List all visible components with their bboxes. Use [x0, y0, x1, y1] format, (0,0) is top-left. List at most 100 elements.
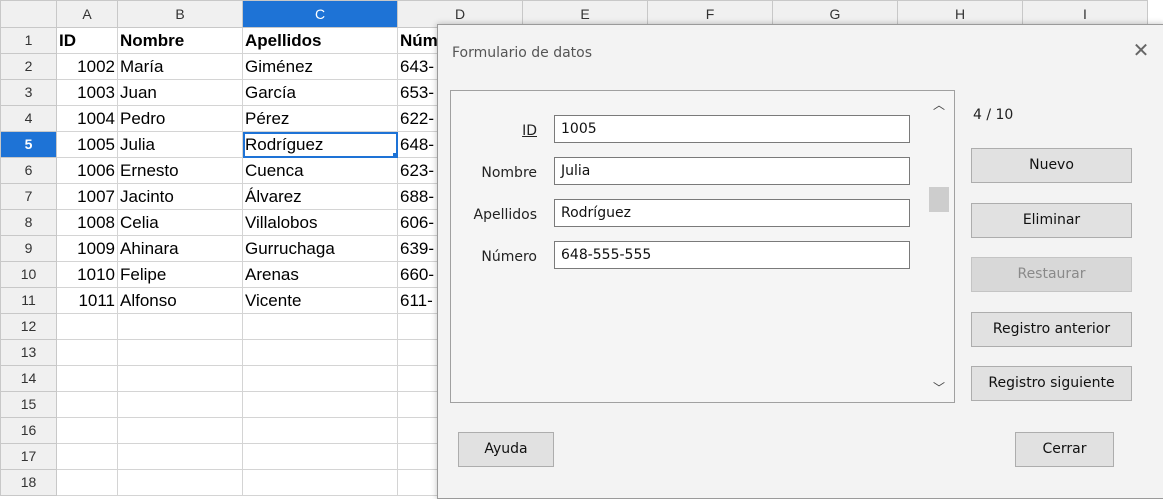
record-scrollbar[interactable]: ︿ ﹀ — [925, 91, 953, 402]
row-header[interactable]: 4 — [0, 105, 57, 132]
field-label-id: ID — [522, 123, 537, 139]
cell-id[interactable]: 1007 — [56, 183, 118, 210]
cell-id[interactable] — [56, 469, 118, 496]
id-field[interactable]: 1005 — [554, 115, 910, 143]
cell-apellidos[interactable]: García — [242, 79, 398, 106]
row-header[interactable]: 18 — [0, 469, 57, 496]
column-header-a[interactable]: A — [56, 0, 118, 28]
cell-id[interactable] — [56, 313, 118, 340]
scrollbar-thumb[interactable] — [929, 187, 949, 212]
cell-id[interactable]: 1009 — [56, 235, 118, 262]
cell-id[interactable] — [56, 339, 118, 366]
cell-apellidos[interactable] — [242, 339, 398, 366]
cell-nombre[interactable]: María — [117, 53, 243, 80]
row-header[interactable]: 17 — [0, 443, 57, 470]
cell-nombre[interactable] — [117, 391, 243, 418]
row-header[interactable]: 16 — [0, 417, 57, 444]
cell-id[interactable]: 1005 — [56, 131, 118, 158]
fields-panel: ID 1005 Nombre Julia Apellidos Rodríguez… — [450, 90, 955, 403]
nombre-field[interactable]: Julia — [554, 157, 910, 185]
help-button[interactable]: Ayuda — [458, 432, 554, 467]
cell-id[interactable]: 1006 — [56, 157, 118, 184]
cell-nombre[interactable]: Felipe — [117, 261, 243, 288]
field-label-numero: Número — [481, 249, 537, 265]
cell-nombre[interactable]: Juan — [117, 79, 243, 106]
cell-id[interactable] — [56, 417, 118, 444]
cell-apellidos[interactable] — [242, 313, 398, 340]
cell-id[interactable]: 1011 — [56, 287, 118, 314]
cell-nombre[interactable]: Julia — [117, 131, 243, 158]
row-header[interactable]: 9 — [0, 235, 57, 262]
row-header[interactable]: 1 — [0, 27, 57, 54]
cell-id[interactable] — [56, 443, 118, 470]
field-label-apellidos: Apellidos — [473, 207, 538, 223]
cell-nombre[interactable]: Ahinara — [117, 235, 243, 262]
cell-nombre[interactable]: Nombre — [117, 27, 243, 54]
cell-apellidos[interactable]: Cuenca — [242, 157, 398, 184]
cell-nombre[interactable]: Ernesto — [117, 157, 243, 184]
cell-id[interactable]: 1003 — [56, 79, 118, 106]
cell-apellidos[interactable]: Gurruchaga — [242, 235, 398, 262]
cell-id[interactable]: 1004 — [56, 105, 118, 132]
cell-apellidos[interactable] — [242, 443, 398, 470]
next-record-button[interactable]: Registro siguiente — [971, 366, 1132, 401]
cell-apellidos[interactable]: Arenas — [242, 261, 398, 288]
new-button[interactable]: Nuevo — [971, 148, 1132, 183]
cell-apellidos[interactable] — [242, 469, 398, 496]
row-header[interactable]: 15 — [0, 391, 57, 418]
cell-apellidos[interactable]: Pérez — [242, 105, 398, 132]
cell-apellidos[interactable] — [242, 365, 398, 392]
cell-apellidos[interactable]: Rodríguez — [242, 131, 398, 158]
cell-nombre[interactable] — [117, 469, 243, 496]
row-header[interactable]: 8 — [0, 209, 57, 236]
cell-id[interactable]: 1002 — [56, 53, 118, 80]
cell-apellidos[interactable] — [242, 391, 398, 418]
dialog-title: Formulario de datos — [452, 45, 593, 61]
cell-id[interactable]: ID — [56, 27, 118, 54]
data-form-dialog: Formulario de datos ✕ ID 1005 Nombre Jul… — [437, 24, 1163, 499]
cell-id[interactable]: 1008 — [56, 209, 118, 236]
cell-nombre[interactable]: Jacinto — [117, 183, 243, 210]
previous-record-button[interactable]: Registro anterior — [971, 312, 1132, 347]
cell-apellidos[interactable] — [242, 417, 398, 444]
cell-id[interactable]: 1010 — [56, 261, 118, 288]
cell-apellidos[interactable]: Álvarez — [242, 183, 398, 210]
cell-nombre[interactable] — [117, 417, 243, 444]
row-header[interactable]: 5 — [0, 131, 57, 158]
cell-nombre[interactable]: Alfonso — [117, 287, 243, 314]
row-header[interactable]: 2 — [0, 53, 57, 80]
delete-button[interactable]: Eliminar — [971, 203, 1132, 238]
cell-apellidos[interactable]: Giménez — [242, 53, 398, 80]
cell-apellidos[interactable]: Apellidos — [242, 27, 398, 54]
row-header[interactable]: 13 — [0, 339, 57, 366]
restore-button[interactable]: Restaurar — [971, 257, 1132, 292]
record-counter: 4 / 10 — [973, 107, 1014, 123]
close-icon[interactable]: ✕ — [1130, 39, 1152, 61]
cell-id[interactable] — [56, 391, 118, 418]
select-all-corner[interactable] — [0, 0, 57, 28]
column-header-c[interactable]: C — [242, 0, 398, 28]
cell-nombre[interactable] — [117, 443, 243, 470]
row-header[interactable]: 12 — [0, 313, 57, 340]
cell-apellidos[interactable]: Villalobos — [242, 209, 398, 236]
numero-field[interactable]: 648-555-555 — [554, 241, 910, 269]
cell-id[interactable] — [56, 365, 118, 392]
row-header[interactable]: 14 — [0, 365, 57, 392]
row-header[interactable]: 3 — [0, 79, 57, 106]
row-header[interactable]: 7 — [0, 183, 57, 210]
cell-nombre[interactable]: Celia — [117, 209, 243, 236]
row-header[interactable]: 11 — [0, 287, 57, 314]
cell-nombre[interactable] — [117, 339, 243, 366]
row-header[interactable]: 10 — [0, 261, 57, 288]
close-button[interactable]: Cerrar — [1015, 432, 1114, 467]
cell-nombre[interactable] — [117, 313, 243, 340]
row-header[interactable]: 6 — [0, 157, 57, 184]
cell-apellidos[interactable]: Vicente — [242, 287, 398, 314]
cell-nombre[interactable]: Pedro — [117, 105, 243, 132]
column-header-b[interactable]: B — [117, 0, 243, 28]
chevron-up-icon[interactable]: ︿ — [925, 93, 953, 117]
apellidos-field[interactable]: Rodríguez — [554, 199, 910, 227]
chevron-down-icon[interactable]: ﹀ — [925, 376, 953, 400]
field-label-nombre: Nombre — [481, 165, 537, 181]
cell-nombre[interactable] — [117, 365, 243, 392]
